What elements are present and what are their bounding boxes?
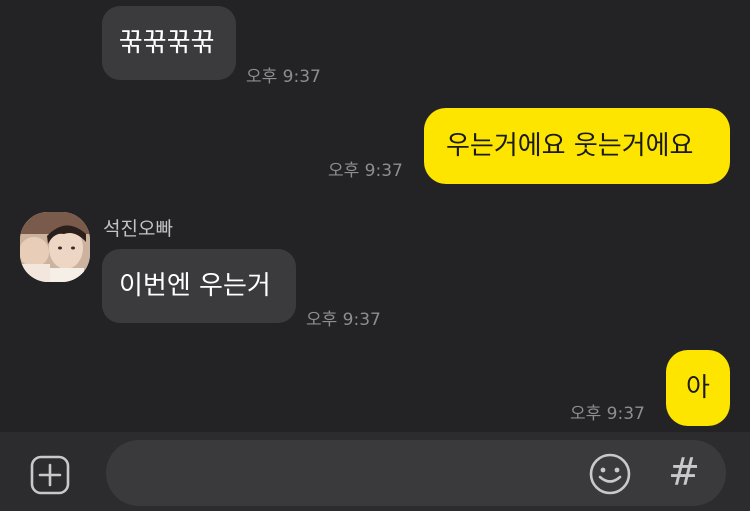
message-timestamp: 오후 9:37 [306,310,381,330]
sender-avatar[interactable] [20,212,90,282]
avatar-photo [20,212,90,282]
message-timestamp: 오후 9:37 [328,161,403,181]
message-timestamp: 오후 9:37 [246,67,321,87]
smiley-icon [589,453,631,495]
outgoing-message-bubble[interactable]: 우는거에요 웃는거에요 [424,108,730,184]
sender-name: 석진오빠 [103,218,173,240]
message-composer: # [0,432,750,511]
outgoing-message-bubble[interactable]: 아 [666,350,730,426]
add-attachment-button[interactable] [30,455,70,495]
incoming-message-bubble[interactable]: 꾺꾺꾺꾺 [102,6,236,80]
message-input[interactable] [130,440,584,508]
hash-icon[interactable]: # [666,450,702,494]
incoming-message-bubble[interactable]: 이번엔 우는거 [102,249,296,323]
message-timestamp: 오후 9:37 [570,404,645,424]
emoji-button[interactable] [588,452,632,496]
plus-square-icon [30,455,70,495]
chat-room: 꾺꾺꾺꾺 오후 9:37 우는거에요 웃는거에요 오후 9:37 석진오빠 이번… [0,0,750,432]
message-input-container: # [106,440,726,508]
